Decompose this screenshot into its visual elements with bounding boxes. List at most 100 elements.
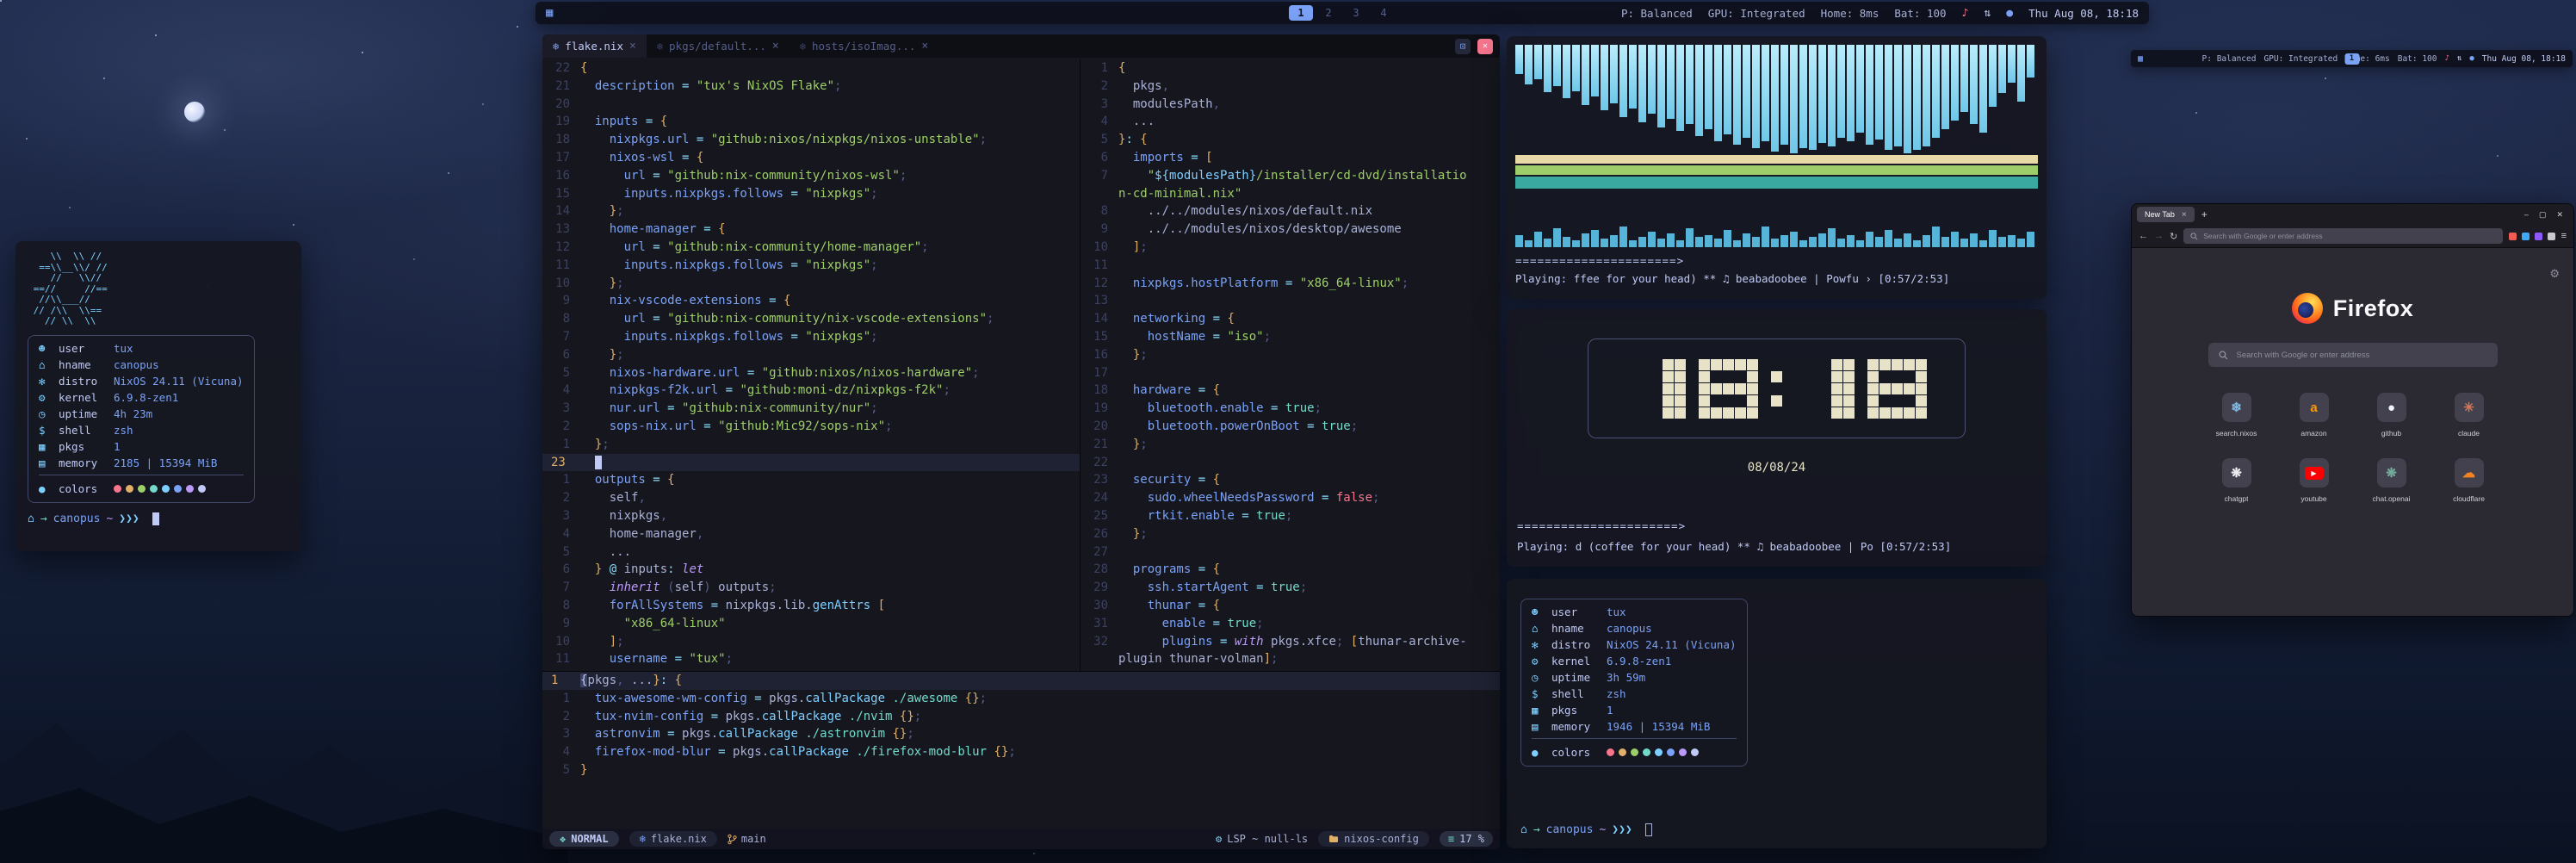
window-toggle-icon[interactable]: ⊡	[1455, 39, 1471, 54]
workspace-1[interactable]: 1	[1289, 5, 1313, 21]
shell-prompt[interactable]: ⌂→canopus~❯❯❯	[28, 512, 289, 525]
editor-close-button[interactable]: ✕	[1477, 39, 1493, 54]
fetch-terminal-left[interactable]: \\ \\ // ==\\__\\/ // // \\// ==// //== …	[15, 241, 301, 551]
shortcut-chatgpt[interactable]: ❋chatgpt	[2201, 458, 2272, 503]
fetch-row-pkgs: ▦pkgs1	[39, 438, 244, 455]
wallpaper-moon	[184, 102, 205, 122]
clock-block	[1843, 359, 1855, 370]
maximize-button[interactable]: ▢	[2539, 210, 2547, 220]
reload-button[interactable]: ↻	[2170, 231, 2177, 242]
menu-icon[interactable]: ≡	[2561, 231, 2567, 241]
close-button[interactable]: ✕	[2556, 210, 2563, 220]
line-number: 32	[1081, 633, 1118, 651]
new-tab-search-bar[interactable]	[2208, 343, 2498, 367]
network-icon[interactable]: ⇅	[1984, 7, 1991, 20]
shortcut-chat.openai[interactable]: ❋chat.openai	[2356, 458, 2427, 503]
workspace-2[interactable]: 2	[1316, 5, 1341, 21]
shortcut-github[interactable]: ●github	[2356, 393, 2427, 438]
git-branch: main	[728, 833, 766, 845]
music-visualizer-window[interactable]: ======================> Playing: ffee fo…	[1507, 36, 2047, 299]
visualizer-spike	[2017, 239, 2025, 247]
new-tab-button[interactable]: +	[2201, 208, 2208, 220]
extension-icon[interactable]	[2548, 233, 2555, 240]
browser-tab-new-tab[interactable]: New Tab ×	[2137, 207, 2195, 222]
music-icon[interactable]: ♪	[1962, 7, 1969, 20]
shortcut-youtube[interactable]: ▶youtube	[2279, 458, 2350, 503]
music-icon[interactable]: ♪	[2445, 54, 2449, 63]
search-input[interactable]	[2235, 350, 2487, 361]
line-number: 4	[542, 382, 580, 400]
editor-tab-pkgs/default...[interactable]: ❄pkgs/default...×	[647, 34, 790, 58]
terminal-cursor	[1645, 823, 1652, 836]
editor-pane-pkgs[interactable]: 1{pkgs, ...}: {1 tux-awesome-wm-config =…	[542, 672, 1500, 829]
visualizer-spike	[1714, 239, 1722, 247]
address-bar[interactable]: Search with Google or enter address	[2183, 228, 2502, 244]
back-button[interactable]: ←	[2139, 231, 2148, 241]
visualizer-spike	[1799, 240, 1807, 247]
bluetooth-icon[interactable]: ●	[2006, 7, 2013, 20]
visualizer-spike	[1629, 240, 1637, 247]
prompt-segment: ~	[1599, 823, 1606, 836]
visualizer-spike	[1563, 237, 1570, 247]
lines-icon: ≡	[1448, 833, 1454, 845]
code-line: 12 nixpkgs.hostPlatform = "x86_64-linux"…	[1081, 275, 1500, 293]
fetch-label: memory	[1551, 720, 1600, 733]
firefox-window[interactable]: New Tab × + – ▢ ✕ ← → ↻ Search with Goog…	[2131, 203, 2574, 617]
tab-close-icon[interactable]: ×	[2182, 210, 2187, 220]
palette-dot	[1607, 748, 1614, 756]
workspace-4[interactable]: 4	[1372, 5, 1396, 21]
shortcut-amazon[interactable]: aamazon	[2279, 393, 2350, 438]
extension-icon[interactable]	[2522, 233, 2530, 240]
fetch-row-memory: ▤memory1946 | 15394 MiB	[1532, 718, 1737, 735]
code-line: 29 ssh.startAgent = true;	[1081, 579, 1500, 597]
tab-close-icon[interactable]: ×	[921, 40, 928, 53]
clock-block	[1831, 383, 1842, 394]
workspace-3[interactable]: 3	[1344, 5, 1368, 21]
bluetooth-icon[interactable]: ●	[2469, 54, 2474, 63]
shortcut-search.nixos[interactable]: ❄search.nixos	[2201, 393, 2272, 438]
editor-pane-iso[interactable]: 1{2 pkgs,3 modulesPath,4 ...5}: {6 impor…	[1081, 59, 1500, 671]
minimize-button[interactable]: –	[2524, 210, 2529, 220]
clock-block	[1904, 407, 1915, 419]
shortcut-cloudflare[interactable]: ☁cloudflare	[2434, 458, 2505, 503]
line-number: 15	[542, 185, 580, 203]
line-number: 5	[542, 543, 580, 562]
tab-close-icon[interactable]: ×	[772, 40, 779, 53]
extension-icon[interactable]	[2509, 233, 2517, 240]
line-number: 9	[542, 615, 580, 633]
launcher-icon[interactable]: ▦	[2138, 54, 2143, 64]
code-line: 7 "${modulesPath}/installer/cd-dvd/insta…	[1081, 167, 1500, 185]
line-number: 3	[542, 400, 580, 418]
pkgs-icon: ▦	[1532, 704, 1545, 717]
visualizer-spike	[1932, 227, 1940, 247]
shell-prompt[interactable]: ⌂→canopus~❯❯❯	[1520, 823, 2033, 836]
shortcut-claude[interactable]: ✳claude	[2434, 393, 2505, 438]
editor-tab-hosts/isoImag...[interactable]: ❄hosts/isoImag...×	[790, 34, 938, 58]
forward-button[interactable]: →	[2154, 231, 2164, 241]
fetch-terminal-right[interactable]: ☻usertux⌂hnamecanopus✻distroNixOS 24.11 …	[1507, 579, 2047, 848]
clock-block	[1699, 359, 1710, 370]
fetch-value: tux	[114, 342, 133, 355]
clock-block	[1916, 371, 1927, 382]
editor-pane-flake[interactable]: 22{21 description = "tux's NixOS Flake";…	[542, 59, 1080, 671]
fetch-label: hname	[1551, 622, 1600, 635]
personalize-gear-icon[interactable]: ⚙	[2549, 267, 2560, 281]
nixos-ascii-logo: \\ \\ // ==\\__\\/ // // \\// ==// //== …	[28, 251, 289, 327]
editor-tab-flake.nix[interactable]: ❄flake.nix×	[542, 34, 647, 58]
current-file: ❄ flake.nix	[629, 831, 717, 847]
workspace-1[interactable]: 1	[2344, 53, 2359, 65]
launcher-icon[interactable]: ▦	[546, 6, 553, 20]
neovim-window[interactable]: ❄flake.nix×❄pkgs/default...×❄hosts/isoIm…	[542, 34, 1500, 849]
line-number: 23	[1081, 471, 1118, 489]
code-line: plugin thunar-volman];	[1081, 650, 1500, 668]
code-line: 23 security = {	[1081, 471, 1500, 489]
github-icon: ●	[2377, 393, 2406, 422]
clock-block	[1892, 407, 1903, 419]
clock-terminal-window[interactable]: 08/08/24 ======================> Playing…	[1507, 309, 2047, 567]
visualizer-bar	[1657, 45, 1665, 127]
network-icon[interactable]: ⇅	[2457, 54, 2461, 63]
extension-icon[interactable]	[2535, 233, 2542, 240]
tab-close-icon[interactable]: ×	[629, 40, 636, 53]
line-number: 30	[1081, 597, 1118, 615]
clock-block	[1723, 383, 1734, 394]
